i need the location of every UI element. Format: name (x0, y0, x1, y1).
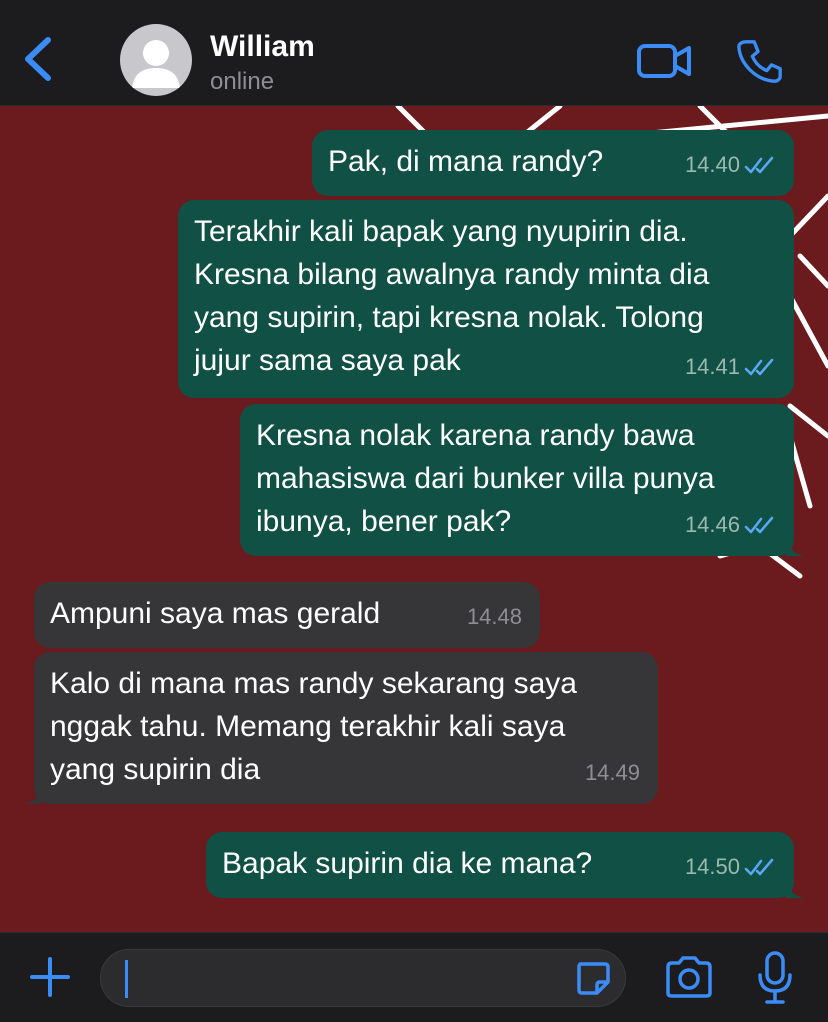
message-meta: 14.40 (685, 143, 776, 186)
message-time: 14.41 (684, 354, 740, 379)
plus-icon[interactable] (28, 955, 72, 999)
bubble-tail (786, 878, 804, 898)
video-camera-icon[interactable] (636, 40, 692, 82)
phone-icon[interactable] (736, 38, 782, 84)
message-bubble-outgoing[interactable]: Pak, di mana randy? 14.40 (312, 130, 794, 196)
message-text: Ampuni saya mas gerald (50, 597, 381, 630)
message-time: 14.49 (584, 760, 640, 785)
message-time: 14.46 (684, 512, 740, 537)
sticker-icon[interactable] (575, 960, 611, 996)
contact-name[interactable]: William (210, 30, 315, 64)
bubble-tail (24, 784, 42, 804)
message-bubble-outgoing[interactable]: Kresna nolak karena randy bawa mahasiswa… (240, 404, 804, 556)
message-input-bar (0, 932, 828, 1022)
microphone-icon[interactable] (756, 951, 794, 1005)
message-time: 14.40 (684, 152, 740, 177)
message-meta: 14.48 (467, 595, 522, 638)
message-meta: 14.50 (685, 845, 776, 888)
message-time: 14.50 (684, 854, 740, 879)
bubble-tail (786, 536, 804, 556)
message-meta: 14.49 (585, 751, 640, 794)
chat-header: William online (0, 0, 828, 106)
person-avatar-icon (132, 40, 180, 88)
double-check-icon (744, 358, 774, 375)
double-check-icon (744, 156, 774, 173)
camera-icon[interactable] (664, 955, 714, 999)
message-time: 14.48 (466, 604, 522, 629)
double-check-icon (744, 516, 774, 533)
double-check-icon (744, 858, 774, 875)
message-meta: 14.46 (685, 503, 776, 546)
avatar[interactable] (120, 24, 192, 96)
message-bubble-incoming[interactable]: Kalo di mana mas randy sekarang saya ngg… (24, 652, 658, 804)
message-bubble-outgoing[interactable]: Bapak supirin dia ke mana? 14.50 (206, 832, 804, 898)
chevron-left-icon[interactable] (18, 34, 58, 84)
message-meta: 14.41 (685, 345, 776, 388)
contact-status: online (210, 68, 275, 95)
chat-area[interactable]: Pak, di mana randy? 14.40 Terakhir kali … (0, 106, 828, 932)
message-bubble-incoming[interactable]: Ampuni saya mas gerald 14.48 (34, 582, 540, 648)
message-text: Kalo di mana mas randy sekarang saya ngg… (50, 667, 577, 786)
message-input[interactable] (100, 949, 626, 1007)
message-bubble-outgoing[interactable]: Terakhir kali bapak yang nyupirin dia. K… (178, 200, 794, 398)
text-caret (125, 960, 128, 998)
